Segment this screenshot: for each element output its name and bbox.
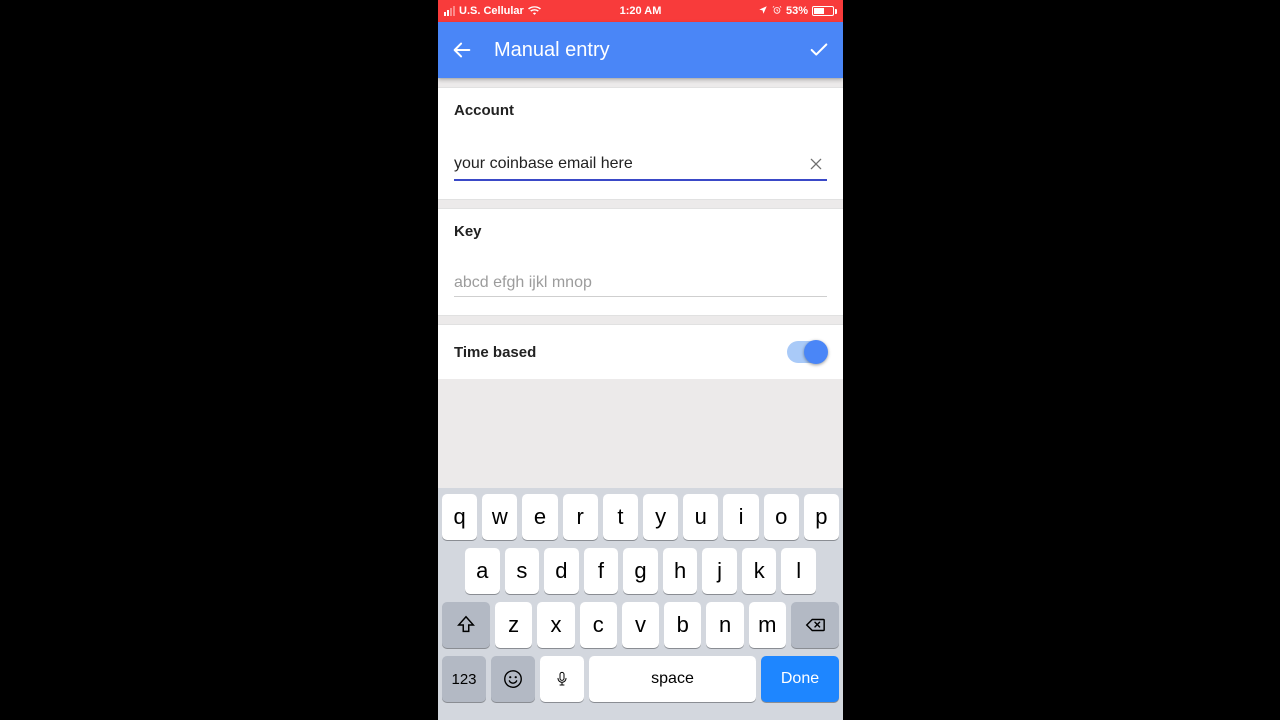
key-c[interactable]: c: [580, 602, 617, 648]
key-d[interactable]: d: [544, 548, 579, 594]
time-based-label: Time based: [454, 344, 536, 361]
key-u[interactable]: u: [683, 494, 718, 540]
backspace-icon: [804, 614, 826, 636]
time-based-row: Time based: [438, 325, 843, 379]
toggle-knob: [804, 340, 828, 364]
key-v[interactable]: v: [622, 602, 659, 648]
wifi-icon: [528, 5, 541, 18]
account-input[interactable]: [454, 155, 805, 173]
alarm-icon: [772, 5, 782, 18]
form-content: Account Key Time based: [438, 78, 843, 488]
back-button[interactable]: [448, 36, 476, 64]
done-key[interactable]: Done: [761, 656, 839, 702]
key-e[interactable]: e: [522, 494, 557, 540]
page-title: Manual entry: [494, 39, 610, 62]
key-y[interactable]: y: [643, 494, 678, 540]
app-bar: Manual entry: [438, 22, 843, 78]
key-x[interactable]: x: [537, 602, 574, 648]
time-based-toggle[interactable]: [787, 341, 827, 363]
key-z[interactable]: z: [495, 602, 532, 648]
account-field[interactable]: [454, 153, 827, 181]
key-label: Key: [454, 223, 827, 240]
battery-icon: [812, 6, 837, 16]
key-b[interactable]: b: [664, 602, 701, 648]
key-r[interactable]: r: [563, 494, 598, 540]
status-bar: U.S. Cellular 1:20 AM 53%: [438, 0, 843, 22]
key-j[interactable]: j: [702, 548, 737, 594]
mic-icon: [554, 668, 570, 690]
emoji-icon: [502, 668, 524, 690]
key-p[interactable]: p: [804, 494, 839, 540]
key-k[interactable]: k: [742, 548, 777, 594]
key-n[interactable]: n: [706, 602, 743, 648]
space-key[interactable]: space: [589, 656, 756, 702]
arrow-left-icon: [451, 39, 473, 61]
key-q[interactable]: q: [442, 494, 477, 540]
key-section: Key: [438, 209, 843, 315]
shift-key[interactable]: [442, 602, 490, 648]
confirm-button[interactable]: [805, 36, 833, 64]
key-h[interactable]: h: [663, 548, 698, 594]
numbers-key[interactable]: 123: [442, 656, 486, 702]
close-icon: [808, 156, 824, 172]
account-section: Account: [438, 88, 843, 199]
account-label: Account: [454, 102, 827, 119]
key-l[interactable]: l: [781, 548, 816, 594]
battery-pct: 53%: [786, 5, 808, 17]
key-f[interactable]: f: [584, 548, 619, 594]
shift-icon: [455, 614, 477, 636]
key-t[interactable]: t: [603, 494, 638, 540]
key-w[interactable]: w: [482, 494, 517, 540]
key-a[interactable]: a: [465, 548, 500, 594]
emoji-key[interactable]: [491, 656, 535, 702]
backspace-key[interactable]: [791, 602, 839, 648]
location-icon: [758, 5, 768, 18]
clear-account-button[interactable]: [805, 153, 827, 175]
clock: 1:20 AM: [620, 5, 662, 17]
carrier-label: U.S. Cellular: [459, 5, 524, 17]
key-field[interactable]: [454, 274, 827, 297]
on-screen-keyboard: qwertyuiop asdfghjkl zxcvbnm 123 space D…: [438, 488, 843, 720]
dictation-key[interactable]: [540, 656, 584, 702]
check-icon: [808, 39, 830, 61]
key-g[interactable]: g: [623, 548, 658, 594]
phone-frame: U.S. Cellular 1:20 AM 53%: [438, 0, 843, 720]
key-m[interactable]: m: [749, 602, 786, 648]
key-s[interactable]: s: [505, 548, 540, 594]
key-o[interactable]: o: [764, 494, 799, 540]
key-i[interactable]: i: [723, 494, 758, 540]
key-input[interactable]: [454, 274, 827, 292]
signal-bars-icon: [444, 6, 455, 16]
